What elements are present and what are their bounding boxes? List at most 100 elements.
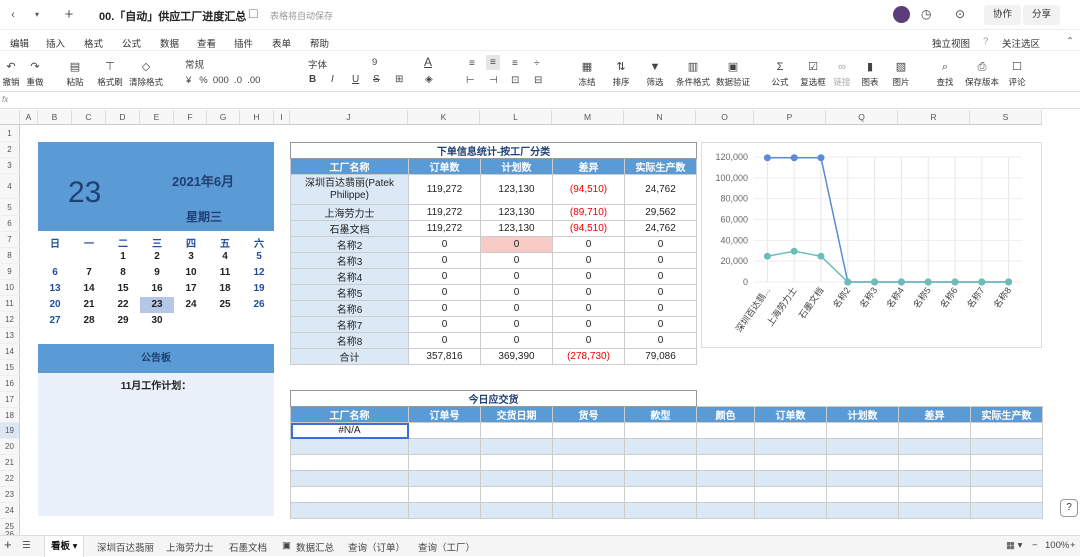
sheet-tab[interactable]: 查询（订单）	[348, 540, 405, 554]
table-cell[interactable]: 0	[552, 268, 625, 285]
table-cell[interactable]: (89,710)	[552, 204, 625, 221]
row-header[interactable]: 11	[0, 296, 20, 312]
table-cell[interactable]	[696, 470, 755, 487]
standalone-view[interactable]: 独立视图	[932, 36, 970, 50]
table-cell[interactable]	[408, 422, 481, 439]
row-header[interactable]: 2	[0, 142, 20, 158]
table-cell[interactable]	[480, 486, 553, 503]
table-cell[interactable]	[754, 422, 827, 439]
col-header[interactable]: C	[72, 110, 106, 125]
row-header[interactable]: 5	[0, 199, 20, 216]
table-cell[interactable]	[826, 422, 899, 439]
table-cell[interactable]	[898, 502, 971, 519]
table-cell[interactable]: 123,130	[480, 174, 553, 205]
table-cell[interactable]: (278,730)	[552, 348, 625, 365]
table-cell[interactable]	[624, 422, 697, 439]
table-cell[interactable]	[624, 454, 697, 471]
merge-icon[interactable]: ⊟	[534, 75, 542, 86]
table-cell[interactable]	[624, 502, 697, 519]
table-cell[interactable]: 0	[624, 300, 697, 317]
table-cell[interactable]: 0	[408, 332, 481, 349]
undo-button[interactable]: ↶ 撤销	[2, 60, 20, 88]
add-sheet-icon[interactable]: +	[4, 537, 12, 552]
row-header[interactable]: 13	[0, 328, 20, 344]
col-header[interactable]: P	[754, 110, 826, 125]
table-cell[interactable]	[898, 438, 971, 455]
link-button[interactable]: ∞ 链接	[832, 60, 852, 88]
table-cell[interactable]: 名称3	[290, 252, 409, 269]
table-cell[interactable]	[754, 470, 827, 487]
sheet-tab[interactable]: 数据汇总	[296, 540, 334, 554]
table-cell[interactable]: 0	[408, 316, 481, 333]
table-cell[interactable]: 0	[408, 268, 481, 285]
table-cell[interactable]	[552, 470, 625, 487]
freeze-button[interactable]: ▦ 冻结	[574, 60, 600, 88]
table-cell[interactable]	[290, 470, 409, 487]
zoom-level[interactable]: 100%	[1045, 540, 1069, 551]
table-cell[interactable]	[970, 470, 1043, 487]
find-button[interactable]: ⌕ 查找	[934, 60, 956, 88]
collab-button[interactable]: 协作	[984, 5, 1022, 25]
row-header[interactable]: 10	[0, 280, 20, 296]
dropdown-icon[interactable]: ▾	[28, 6, 46, 24]
table-cell[interactable]	[408, 438, 481, 455]
row-header[interactable]: 18	[0, 408, 20, 423]
table-cell[interactable]	[754, 486, 827, 503]
history-icon[interactable]: ◷	[921, 7, 931, 21]
table-cell[interactable]	[552, 438, 625, 455]
table-cell[interactable]: 深圳百达翡丽(Patek Philippe)	[290, 174, 409, 205]
table-cell[interactable]	[696, 454, 755, 471]
table-cell[interactable]: 0	[552, 300, 625, 317]
clear-format-button[interactable]: ◇ 清除格式	[128, 60, 164, 88]
table-cell[interactable]: 0	[552, 236, 625, 253]
table-cell[interactable]: 上海劳力士	[290, 204, 409, 221]
table-cell[interactable]: 0	[624, 284, 697, 301]
row-header[interactable]: 12	[0, 312, 20, 328]
table-cell[interactable]	[898, 486, 971, 503]
help-button[interactable]: ?	[1060, 499, 1078, 517]
table-cell[interactable]	[552, 454, 625, 471]
table-cell[interactable]: 0	[480, 268, 553, 285]
table-cell[interactable]	[970, 502, 1043, 519]
notice-body[interactable]: 11月工作计划：	[38, 377, 274, 392]
table-cell[interactable]: 名称8	[290, 332, 409, 349]
col-header[interactable]: D	[106, 110, 140, 125]
present-icon[interactable]: ⊙	[955, 7, 965, 21]
table-cell[interactable]: 0	[552, 316, 625, 333]
italic-icon[interactable]: I	[331, 74, 334, 85]
sheet-tab-dashboard[interactable]: 看板 ▾	[44, 536, 85, 557]
table-cell[interactable]: 79,086	[624, 348, 697, 365]
valign-icon[interactable]: ÷	[534, 58, 540, 69]
table-cell[interactable]	[552, 486, 625, 503]
menu-insert[interactable]: 插入	[46, 36, 65, 50]
table-cell[interactable]	[970, 486, 1043, 503]
menu-help[interactable]: 帮助	[310, 36, 329, 50]
table-cell[interactable]	[826, 470, 899, 487]
cond-format-button[interactable]: ▥ 条件格式	[674, 60, 712, 88]
sheet-tab[interactable]: 上海劳力士	[166, 540, 214, 554]
col-header[interactable]: N	[624, 110, 696, 125]
table-cell[interactable]: 0	[408, 236, 481, 253]
strikethrough-icon[interactable]: S	[373, 74, 380, 85]
col-header[interactable]: Q	[826, 110, 898, 125]
menu-formula[interactable]: 公式	[122, 36, 141, 50]
table-cell[interactable]: 24,762	[624, 220, 697, 237]
col-header[interactable]: K	[408, 110, 480, 125]
table-cell[interactable]: 0	[480, 300, 553, 317]
table-cell[interactable]	[754, 454, 827, 471]
wrap-icon[interactable]: ⊣	[489, 75, 498, 86]
table-cell[interactable]	[898, 454, 971, 471]
checkbox-button[interactable]: ☑ 复选框	[798, 60, 828, 88]
new-icon[interactable]: +	[60, 6, 78, 24]
table-cell[interactable]: 名称6	[290, 300, 409, 317]
table-cell[interactable]	[552, 422, 625, 439]
table-cell[interactable]	[898, 422, 971, 439]
avatar[interactable]	[893, 6, 910, 23]
table-cell[interactable]	[624, 486, 697, 503]
underline-icon[interactable]: U	[352, 74, 359, 85]
row-header[interactable]: 1	[0, 125, 20, 142]
table-cell[interactable]	[480, 470, 553, 487]
table-cell[interactable]	[480, 502, 553, 519]
menu-form[interactable]: 表单	[272, 36, 291, 50]
comment-button[interactable]: ☐ 评论	[1006, 60, 1028, 88]
